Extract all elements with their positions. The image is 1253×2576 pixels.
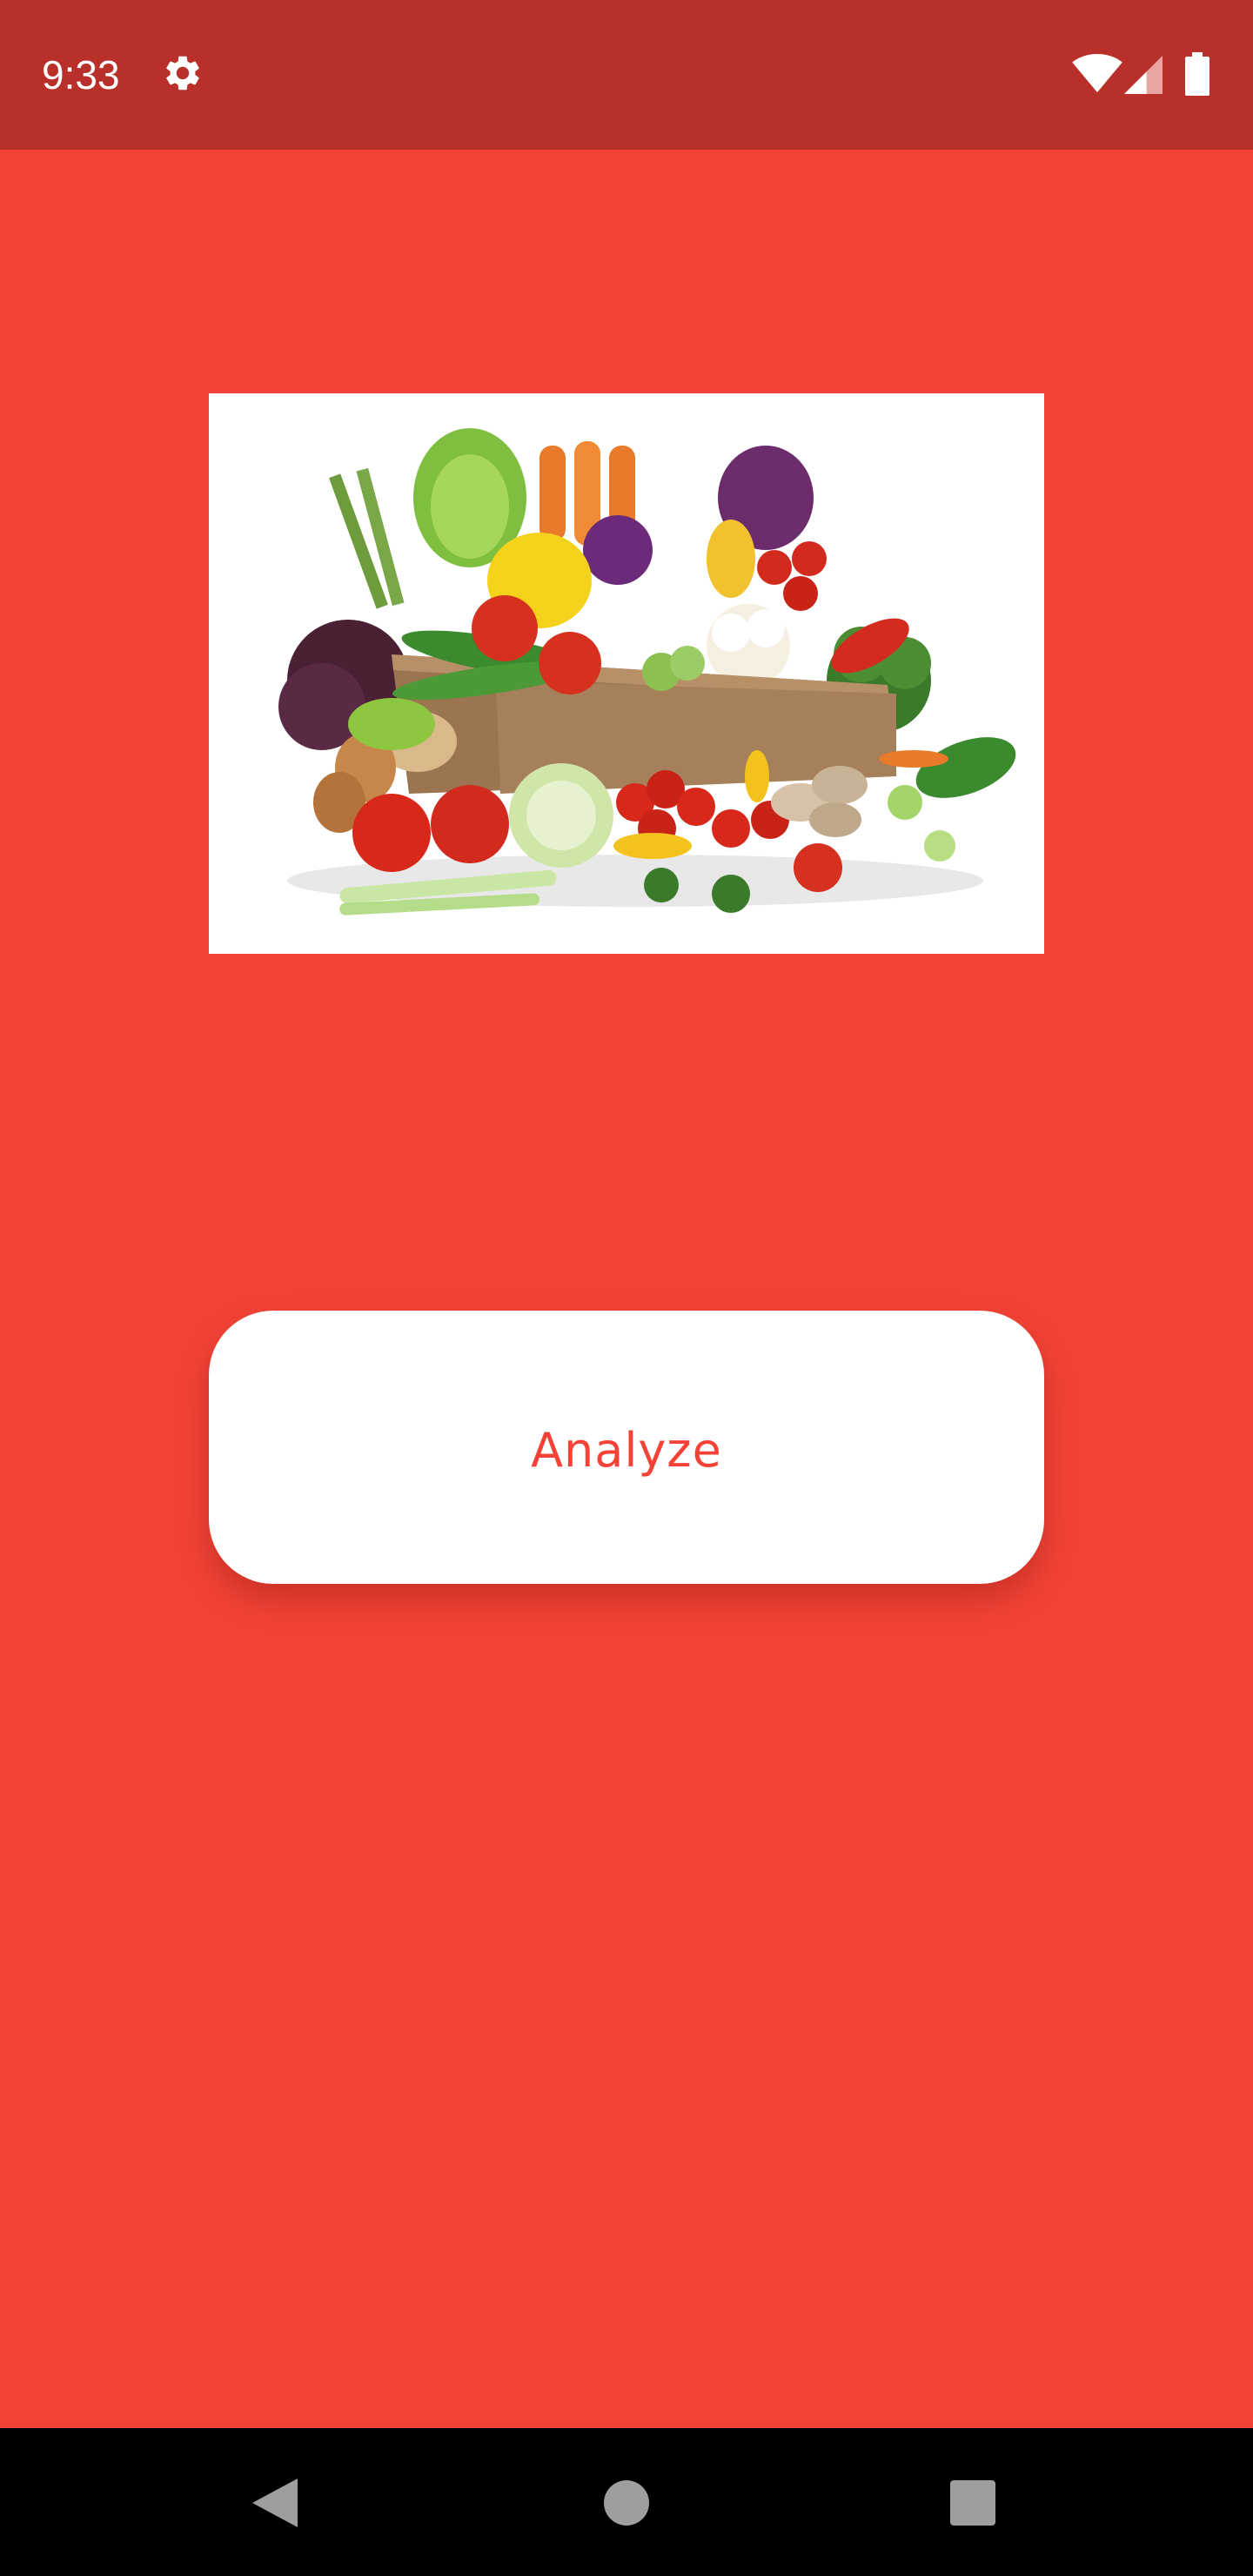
status-time: 9:33: [42, 52, 120, 97]
wifi-icon: [1072, 54, 1122, 93]
cellular-signal-icon: [1124, 56, 1163, 94]
status-bar: 9:33: [0, 0, 1253, 150]
vegetables-image: [209, 393, 1044, 954]
home-icon[interactable]: [604, 2480, 649, 2526]
battery-icon: [1185, 52, 1209, 96]
app-screen: 9:33 Analyze: [0, 0, 1253, 2576]
analyze-button[interactable]: Analyze: [209, 1311, 1044, 1584]
recents-icon[interactable]: [950, 2480, 995, 2526]
vegetables-illustration: [209, 393, 1044, 954]
analyze-button-label: Analyze: [531, 1422, 722, 1478]
gear-icon: [166, 56, 199, 91]
back-icon[interactable]: [252, 2479, 298, 2527]
